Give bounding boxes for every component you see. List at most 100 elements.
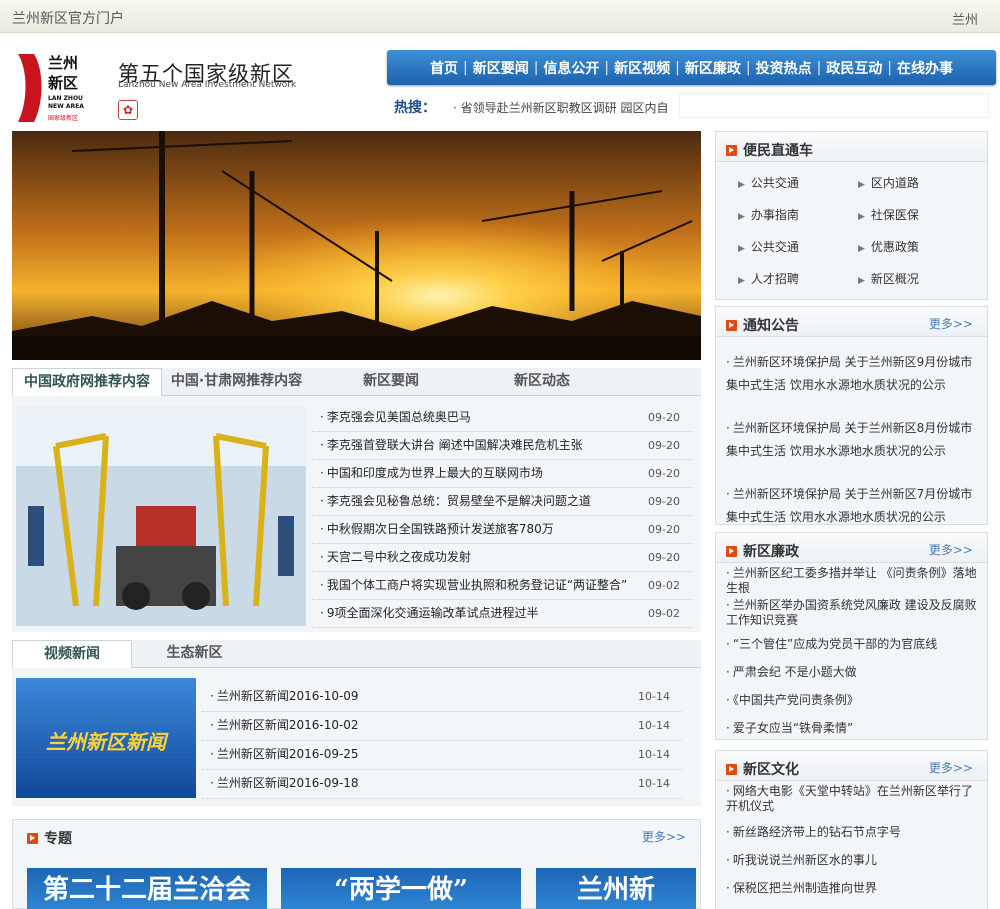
service-link[interactable]: ▶ 办事指南 [738,206,799,223]
list-item[interactable]: 我国个体工商户将实现营业执照和税务登记证“两证整合” 09-02 [312,572,692,600]
notices-title: 通知公告 [743,318,799,334]
list-item[interactable]: 兰州新区环境保护局 关于兰州新区9月份城市集中式生活 饮用水水源地水质状况的公示 [726,351,981,397]
list-item[interactable]: 9项全面深化交通运输改革试点进程过半 09-02 [312,600,692,628]
arrow-icon [726,764,737,775]
video-title[interactable]: 兰州新区新闻2016-09-18 [210,770,359,797]
list-item[interactable]: 兰州新区环境保护局 关于兰州新区8月份城市集中式生活 饮用水水源地水质状况的公示 [726,417,981,463]
video-title[interactable]: 兰州新区新闻2016-10-02 [210,712,359,739]
list-item[interactable]: 新丝路经济带上的钻石节点字号 [726,818,981,846]
logo-slogan-en: Lanzhou New Area Investment Network [118,80,297,90]
nav-separator: | [604,59,610,76]
notices-list: 兰州新区环境保护局 关于兰州新区9月份城市集中式生活 饮用水水源地水质状况的公示… [726,351,981,529]
news-title[interactable]: 9项全面深化交通运输改革试点进程过半 [320,600,539,627]
list-item[interactable]: 听我说说兰州新区水的事儿 [726,846,981,874]
promo-banner-lanzhou[interactable]: 兰州新 [536,868,696,909]
integrity-more-link[interactable]: 更多>> [929,541,973,558]
logo-tag: 国家级新区 [48,114,78,122]
video-title[interactable]: 兰州新区新闻2016-09-25 [210,741,359,768]
city-link[interactable]: 兰州 [952,9,978,28]
promo-banner-two-studies[interactable]: “两学一做” [281,868,521,909]
list-item[interactable]: 网络大电影《天堂中转站》在兰州新区举行了开机仪式 [726,784,981,814]
triangle-bullet-icon: ▶ [858,212,865,222]
tab-area-updates[interactable]: 新区动态 [467,368,617,396]
list-item[interactable]: 严肃会纪 不是小题大做 [726,658,981,686]
list-item[interactable]: 兰州新区环境保护局 关于兰州新区7月份城市集中式生活 饮用水水源地水质状况的公示 [726,483,981,529]
news-date: 09-20 [648,411,680,424]
tab-gansu-recommend[interactable]: 中国·甘肃网推荐内容 [164,368,309,396]
tab-gov-recommend[interactable]: 中国政府网推荐内容 [12,368,162,396]
list-item[interactable]: 兰州新区纪工委多措并举让 《问责条例》落地生根 [726,566,981,596]
service-link[interactable]: ▶ 新区概况 [858,270,919,287]
list-item[interactable]: 兰州新区新闻2016-09-25 10-14 [202,741,682,770]
service-link[interactable]: ▶ 社保医保 [858,206,919,223]
list-item[interactable]: 天宫二号中秋之夜成功发射 09-20 [312,544,692,572]
nav-item-info[interactable]: 信息公开 [541,58,601,78]
nav-item-home[interactable]: 首页 [428,58,460,78]
logo-en-line1: LAN ZHOU [48,95,83,102]
list-item[interactable]: 兰州新区新闻2016-10-02 10-14 [202,712,682,741]
notices-title-wrap: 通知公告 [726,315,799,335]
nav-item-news[interactable]: 新区要闻 [471,58,531,78]
nav-item-online[interactable]: 在线办事 [895,58,955,78]
triangle-bullet-icon: ▶ [738,180,745,190]
culture-title: 新区文化 [743,762,799,778]
logo-en-line2: NEW AREA [48,103,84,110]
news-section: 中国政府网推荐内容 中国·甘肃网推荐内容 新区要闻 新区动态 李克强会见美国总统… [12,368,701,632]
news-feature-image[interactable] [16,406,306,626]
culture-more-link[interactable]: 更多>> [929,759,973,776]
list-item[interactable]: 兰州新区新闻2016-09-18 10-14 [202,770,682,799]
integrity-title: 新区廉政 [743,544,799,560]
news-date: 09-02 [648,579,680,592]
news-title[interactable]: 李克强会见美国总统奥巴马 [320,404,471,431]
promo-banner-lanqia[interactable]: 第二十二届兰洽会 [27,868,267,909]
top-bar: 兰州新区官方门户 兰州 [0,0,1000,33]
list-item[interactable]: 兰州新区举办国资系统党风廉政 建设及反腐败工作知识竞赛 [726,598,981,628]
services-panel: 便民直通车 ▶ 公共交通 ▶ 区内道路 ▶ 办事指南 ▶ 社保医保 ▶ 公共交通 ▶ 优惠政… [715,131,988,300]
list-item[interactable]: 爱子女应当“铁骨柔情” [726,714,981,742]
news-title[interactable]: 我国个体工商户将实现营业执照和税务登记证“两证整合” [320,572,627,599]
nav-item-integrity[interactable]: 新区廉政 [683,58,743,78]
list-item[interactable]: 兰州新区新闻2016-10-09 10-14 [202,683,682,712]
list-item[interactable]: 李克强会见秘鲁总统：贸易壁垒不是解决问题之道 09-20 [312,488,692,516]
news-title[interactable]: 天宫二号中秋之夜成功发射 [320,544,471,571]
list-item[interactable]: 保税区把兰州制造推向世界 [726,874,981,902]
news-date: 09-20 [648,439,680,452]
list-item[interactable]: 李克强会见美国总统奥巴马 09-20 [312,404,692,432]
news-tab-bar: 中国政府网推荐内容 中国·甘肃网推荐内容 新区要闻 新区动态 [12,368,701,396]
video-title[interactable]: 兰州新区新闻2016-10-09 [210,683,359,710]
service-link[interactable]: ▶ 优惠政策 [858,238,919,255]
special-more-link[interactable]: 更多>> [642,828,686,845]
news-title[interactable]: 李克强会见秘鲁总统：贸易壁垒不是解决问题之道 [320,488,591,515]
hot-search-label: 热搜： [394,100,436,116]
hot-search-ticker[interactable]: · 省领导赴兰州新区职教区调研 园区内自 [453,99,668,116]
video-section: 视频新闻 生态新区 兰州新区新闻 兰州新区新闻2016-10-09 10-14 兰… [12,640,701,806]
service-link[interactable]: ▶ 区内道路 [858,174,919,191]
news-date: 09-20 [648,523,680,536]
nav-item-interaction[interactable]: 政民互动 [824,58,884,78]
tab-area-news[interactable]: 新区要闻 [317,368,465,396]
banner-image[interactable] [12,131,701,360]
integrity-title-wrap: 新区廉政 [726,541,799,561]
news-title[interactable]: 李克强首登联大讲台 阐述中国解决难民危机主张 [320,432,583,459]
tab-video-news[interactable]: 视频新闻 [12,640,132,668]
service-link[interactable]: ▶ 公共交通 [738,238,799,255]
news-title[interactable]: 中秋假期次日全国铁路预计发送旅客780万 [320,516,554,543]
notices-more-link[interactable]: 更多>> [929,315,973,332]
nav-item-video[interactable]: 新区视频 [612,58,672,78]
list-item[interactable]: 李克强首登联大讲台 阐述中国解决难民危机主张 09-20 [312,432,692,460]
site-logo[interactable]: 兰州 新区 LAN ZHOU NEW AREA 国家级新区 [14,50,94,126]
arrow-icon [726,320,737,331]
hot-search-box[interactable] [679,93,989,118]
news-title[interactable]: 中国和印度成为世界上最大的互联网市场 [320,460,543,487]
list-item[interactable]: 中国和印度成为世界上最大的互联网市场 09-20 [312,460,692,488]
service-link[interactable]: ▶ 人才招聘 [738,270,799,287]
list-item[interactable]: 《中国共产党问责条例》 [726,686,981,714]
nav-separator: | [675,59,680,76]
service-link[interactable]: ▶ 公共交通 [738,174,799,191]
video-thumbnail[interactable]: 兰州新区新闻 [16,678,196,798]
tab-eco-area[interactable]: 生态新区 [137,640,252,668]
list-item[interactable]: 中秋假期次日全国铁路预计发送旅客780万 09-20 [312,516,692,544]
list-item[interactable]: “三个管住”应成为党员干部的为官底线 [726,630,981,658]
nav-separator: | [816,59,822,76]
nav-item-investment[interactable]: 投资热点 [754,58,814,78]
